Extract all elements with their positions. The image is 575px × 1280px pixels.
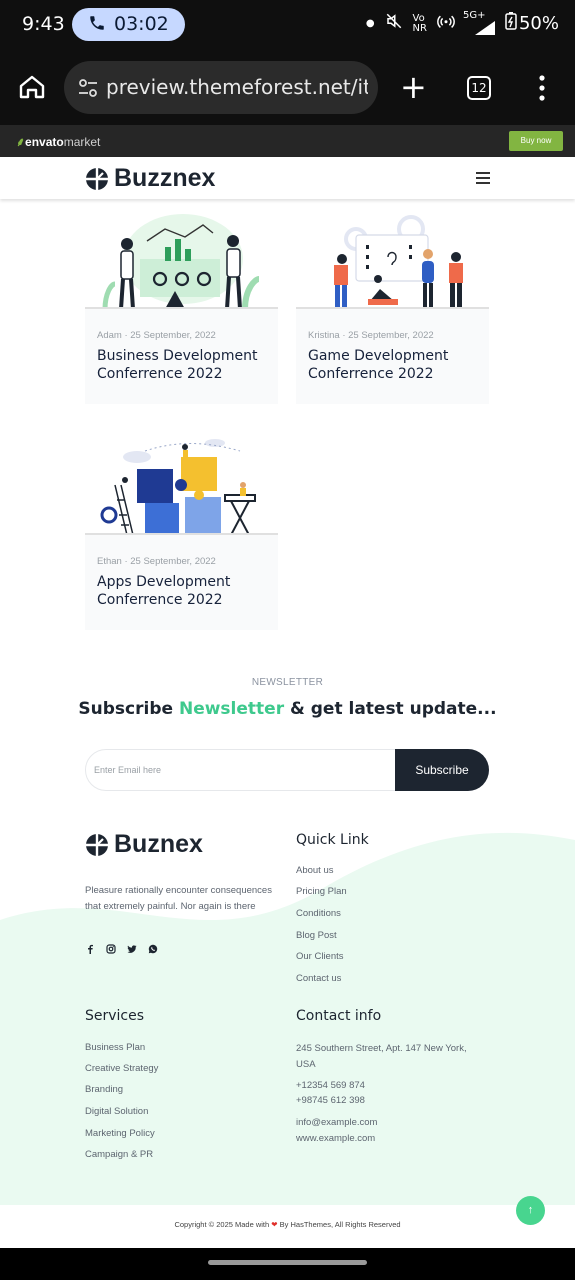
envato-bar: ⸙envatomarket Buy now (0, 125, 575, 157)
contact-website[interactable]: www.example.com (296, 1133, 375, 1144)
battery-icon (505, 12, 517, 35)
heart-icon: ❤ (271, 1220, 278, 1229)
footer-about-text: Pleasure rationally encounter consequenc… (85, 885, 272, 912)
contact-phone-1[interactable]: +12354 569 874 (296, 1080, 365, 1091)
service-link-digital-solution[interactable]: Digital Solution (85, 1106, 148, 1117)
more-menu-icon[interactable] (538, 75, 546, 106)
url-text: preview.themeforest.net/ite (106, 75, 368, 99)
tab-switcher-button[interactable]: 12 (467, 76, 491, 100)
blog-card[interactable]: Ethan · 25 September, 2022 Apps Developm… (85, 425, 278, 630)
menu-toggle-icon[interactable] (476, 172, 490, 187)
buy-now-button[interactable]: Buy now (509, 131, 563, 151)
post-meta: Ethan · 25 September, 2022 (97, 556, 216, 567)
newsletter-highlight: Newsletter (178, 699, 285, 719)
post-title[interactable]: Apps Development Conferrence 2022 (97, 573, 272, 609)
post-meta: Adam · 25 September, 2022 (97, 330, 216, 341)
footer-logo[interactable]: Buznex (85, 830, 203, 859)
whatsapp-icon[interactable] (148, 941, 158, 954)
service-link-branding[interactable]: Branding (85, 1084, 123, 1095)
post-title[interactable]: Game Development Conferrence 2022 (308, 347, 483, 383)
facebook-icon[interactable] (85, 941, 95, 954)
footer-link-about[interactable]: About us (296, 865, 334, 876)
new-tab-icon[interactable]: + (400, 68, 427, 106)
copyright: Copyright © 2025 Made with ❤ By HasTheme… (174, 1220, 401, 1229)
blog-card[interactable]: Adam · 25 September, 2022 Business Devel… (85, 199, 278, 404)
service-link-campaign[interactable]: Campaign & PR (85, 1149, 153, 1160)
twitter-icon[interactable] (127, 941, 137, 953)
subscribe-button[interactable]: Subscribe (395, 749, 489, 791)
newsletter-form: Subscribe (85, 749, 489, 791)
envato-leaf-icon: ⸙ (16, 135, 26, 149)
blog-card[interactable]: Kristina · 25 September, 2022 Game Devel… (296, 199, 489, 404)
signal-icon: 5G+ (463, 10, 495, 35)
contact-heading: Contact info (296, 1008, 382, 1024)
business-illustration (85, 199, 278, 309)
service-link-creative-strategy[interactable]: Creative Strategy (85, 1063, 158, 1074)
envato-logo[interactable]: ⸙envatomarket (16, 133, 100, 150)
back-to-top-button[interactable]: ↑ (516, 1196, 545, 1225)
footer-link-conditions[interactable]: Conditions (296, 908, 341, 919)
contact-address: 245 Southern Street, Apt. 147 New York, … (296, 1043, 467, 1070)
apps-illustration (85, 425, 278, 535)
hotspot-icon (437, 12, 455, 35)
quick-link-heading: Quick Link (296, 832, 369, 848)
services-heading: Services (85, 1008, 145, 1024)
logo-mark-icon (86, 833, 108, 856)
instagram-icon[interactable] (106, 941, 116, 954)
system-nav-bar (0, 1248, 575, 1280)
battery-percent: 50% (518, 13, 559, 34)
status-icons: ● Vo NR 5G+ 50% (365, 10, 559, 35)
mute-icon (385, 12, 403, 35)
service-link-marketing-policy[interactable]: Marketing Policy (85, 1128, 155, 1139)
address-bar[interactable]: preview.themeforest.net/ite (64, 61, 378, 114)
phone-icon (88, 14, 106, 37)
gesture-handle[interactable] (208, 1260, 367, 1265)
site-header: Buzznex (0, 157, 575, 199)
newsletter-label: NEWSLETTER (251, 677, 324, 688)
footer-link-contact[interactable]: Contact us (296, 973, 341, 984)
footer-link-pricing[interactable]: Pricing Plan (296, 886, 347, 897)
volte-icon: Vo NR (412, 12, 427, 34)
footer-brand-name: Buznex (114, 830, 203, 858)
contact-phone-2[interactable]: +98745 612 398 (296, 1095, 365, 1106)
footer-link-clients[interactable]: Our Clients (296, 951, 344, 962)
dot-icon: ● (365, 18, 375, 29)
game-illustration (296, 199, 489, 309)
call-chip[interactable]: 03:02 (72, 8, 185, 41)
site-logo[interactable]: Buzznex (85, 164, 215, 193)
status-bar: 9:43 03:02 ● Vo NR 5G+ 50% (0, 0, 575, 50)
service-link-business-plan[interactable]: Business Plan (85, 1042, 145, 1053)
footer-link-blog[interactable]: Blog Post (296, 930, 337, 941)
browser-toolbar: preview.themeforest.net/ite + 12 (0, 50, 575, 125)
post-meta: Kristina · 25 September, 2022 (308, 330, 434, 341)
home-icon[interactable] (18, 74, 46, 105)
email-input[interactable] (94, 758, 394, 782)
status-time: 9:43 (22, 13, 65, 35)
newsletter-heading: Subscribe Newsletter & get latest update… (78, 699, 497, 719)
call-timer: 03:02 (114, 13, 169, 35)
post-title[interactable]: Business Development Conferrence 2022 (97, 347, 272, 383)
logo-mark-icon (86, 167, 108, 190)
brand-name: Buzznex (114, 164, 216, 192)
contact-email[interactable]: info@example.com (296, 1117, 377, 1128)
